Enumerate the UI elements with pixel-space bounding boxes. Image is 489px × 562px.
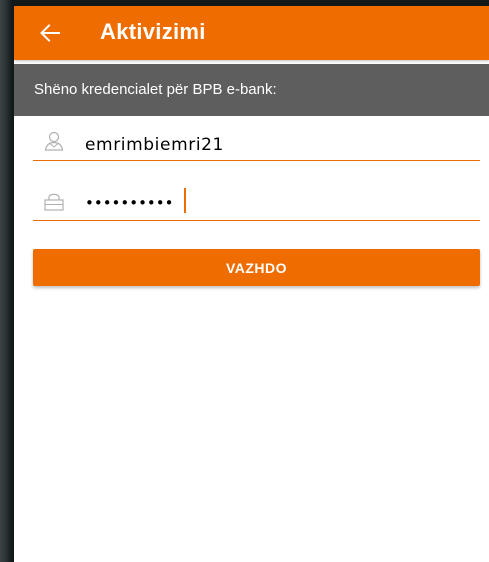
credentials-prompt-text: Shëno kredencialet për BPB e-bank: [34, 81, 277, 98]
password-input[interactable]: •••••••••• [85, 194, 173, 212]
arrow-left-icon [40, 24, 60, 42]
app-bar: Aktivizimi [14, 6, 489, 60]
page-title: Aktivizimi [100, 19, 206, 44]
credentials-prompt-bar: Shëno kredencialet për BPB e-bank: [14, 64, 489, 116]
text-cursor [184, 188, 186, 213]
lock-icon [44, 193, 64, 211]
username-field[interactable]: emrimbiemri21 [33, 126, 480, 161]
device-frame: Aktivizimi Shëno kredencialet për BPB e-… [0, 0, 489, 562]
password-field[interactable]: •••••••••• [33, 186, 480, 221]
back-button[interactable] [32, 17, 68, 49]
username-input[interactable]: emrimbiemri21 [85, 135, 224, 155]
user-icon [44, 131, 64, 151]
app-screen: Aktivizimi Shëno kredencialet për BPB e-… [14, 6, 489, 562]
continue-button[interactable]: VAZHDO [33, 249, 480, 286]
